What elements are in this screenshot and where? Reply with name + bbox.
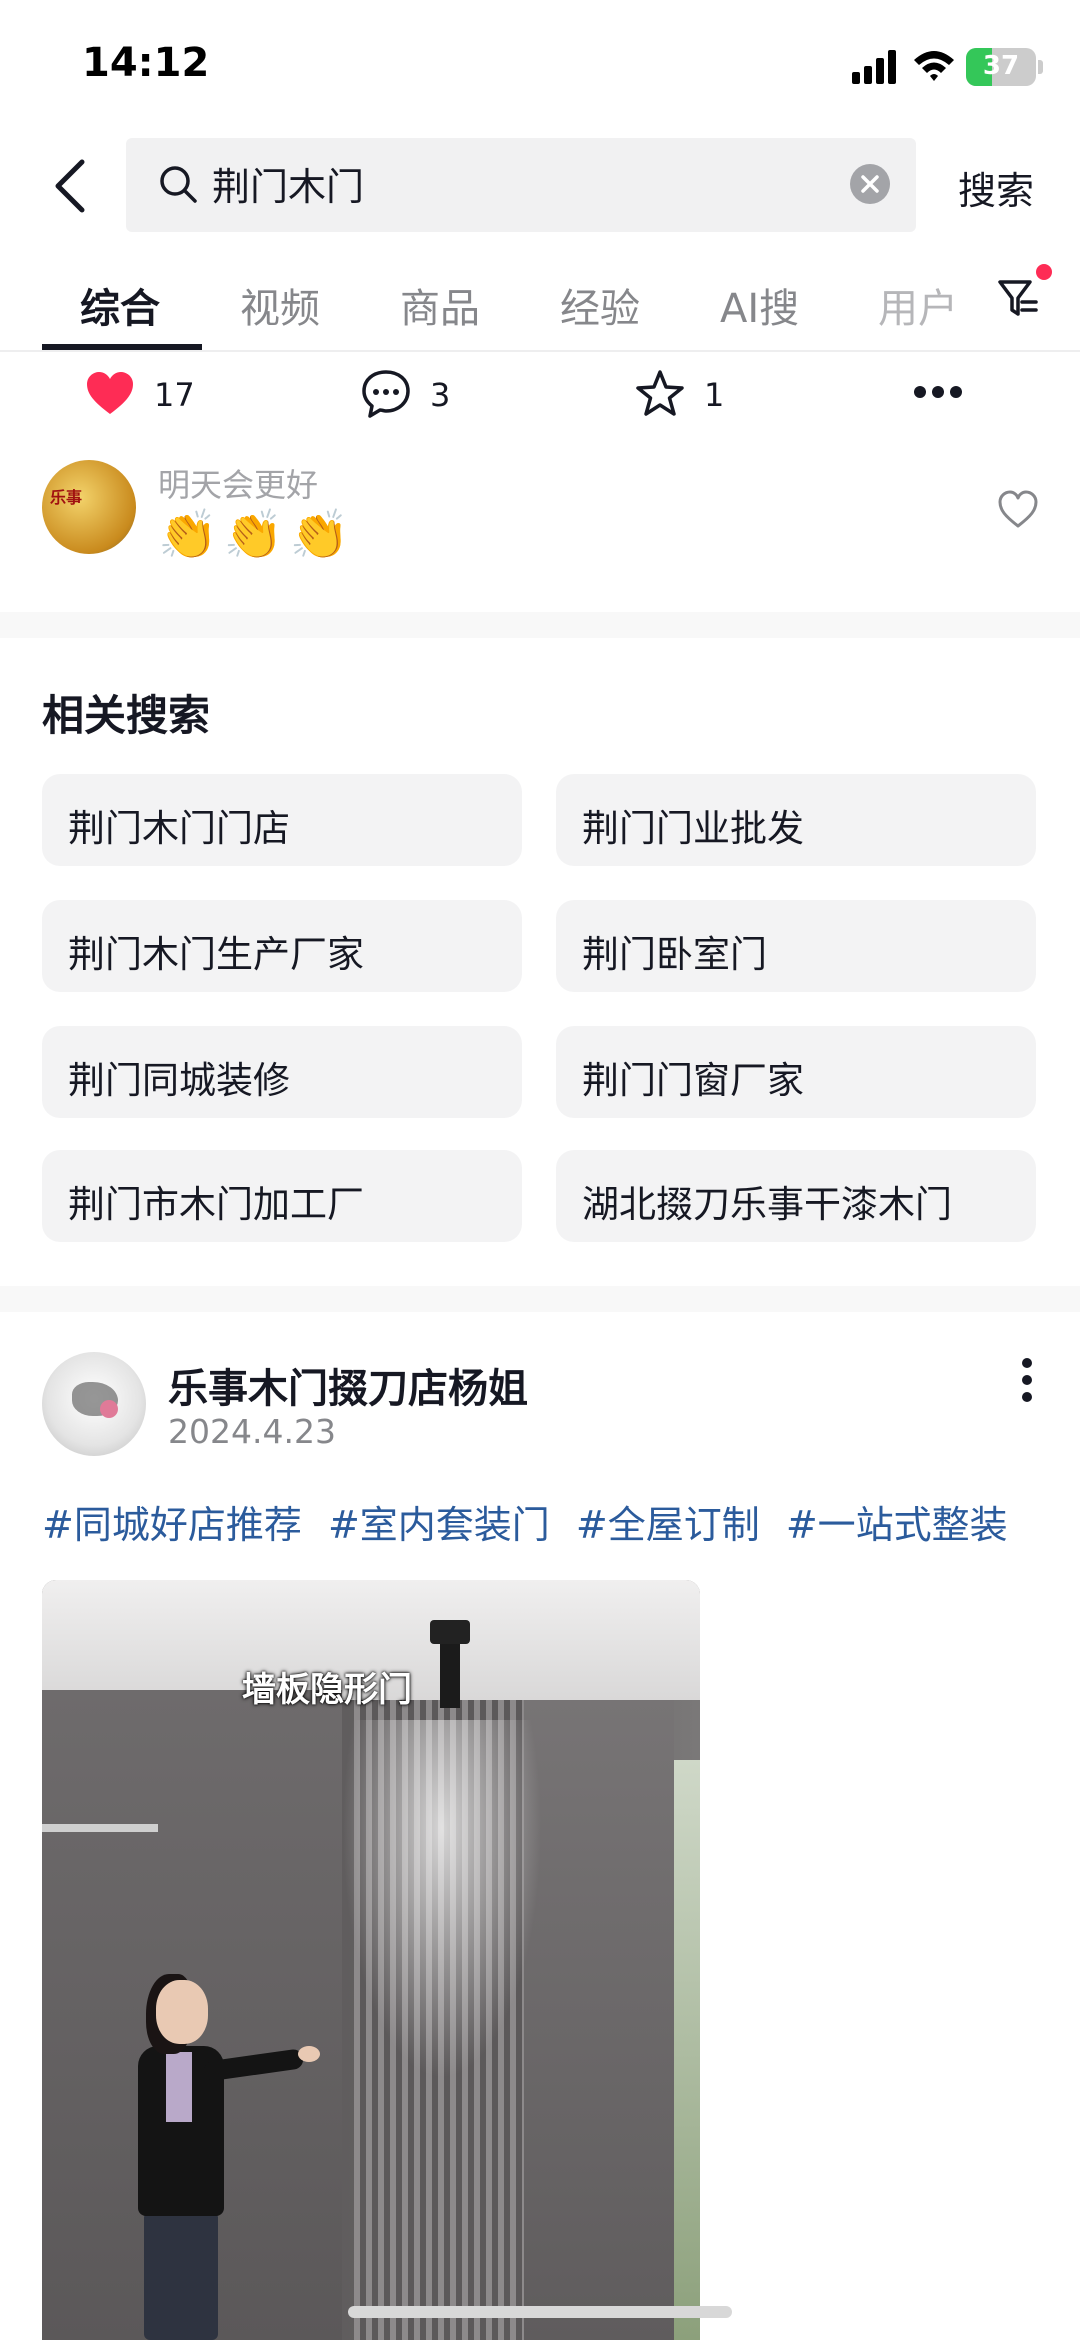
battery-icon: 37 <box>966 48 1036 86</box>
video-scene-lamp <box>430 1620 470 1644</box>
battery-tip <box>1038 60 1043 74</box>
hashtag-link[interactable]: #同城好店推荐 <box>42 1503 302 1547</box>
related-search-chip[interactable]: 荆门木门生产厂家 <box>42 900 522 992</box>
commenter-name[interactable]: 明天会更好 <box>158 460 318 506</box>
person-hand <box>298 2046 320 2062</box>
tab-video[interactable]: 视频 <box>240 276 320 334</box>
search-button[interactable]: 搜索 <box>958 160 1034 215</box>
post-action-bar: 17 3 1 <box>0 362 1080 426</box>
video-scene-shelf <box>42 1824 158 1832</box>
related-search-chip[interactable]: 荆门木门门店 <box>42 774 522 866</box>
tab-ai-search[interactable]: AI搜 <box>720 276 799 334</box>
search-tabs: 综合 视频 商品 经验 AI搜 用户 <box>0 256 1080 352</box>
search-icon <box>160 166 197 203</box>
person-shirt <box>166 2052 192 2122</box>
like-count: 17 <box>154 376 195 414</box>
related-search-label: 荆门门窗厂家 <box>582 1059 804 1102</box>
related-search-chip[interactable]: 荆门门窗厂家 <box>556 1026 1036 1118</box>
tab-products[interactable]: 商品 <box>400 276 480 334</box>
related-search-label: 荆门木门生产厂家 <box>68 933 364 976</box>
comment-item: 乐事 明天会更好 👏👏👏 <box>0 456 1080 566</box>
related-search-chip[interactable]: 荆门卧室门 <box>556 900 1036 992</box>
post-author-avatar[interactable] <box>42 1352 146 1456</box>
comment-icon <box>362 370 410 418</box>
video-scene-window <box>674 1760 700 2340</box>
tab-users[interactable]: 用户 <box>878 276 958 334</box>
active-tab-indicator <box>42 344 202 350</box>
video-scene-wall <box>524 1700 674 2340</box>
post-author-name[interactable]: 乐事木门掇刀店杨姐 <box>168 1356 528 1414</box>
related-search-label: 湖北掇刀乐事干漆木门 <box>582 1183 952 1226</box>
related-search-chip[interactable]: 荆门同城装修 <box>42 1026 522 1118</box>
status-time: 14:12 <box>82 40 210 86</box>
hashtag-link[interactable]: #一站式整装 <box>786 1503 1008 1547</box>
clear-icon[interactable] <box>850 164 890 204</box>
star-icon <box>636 370 684 416</box>
tab-experience[interactable]: 经验 <box>560 276 640 334</box>
avatar-graphic <box>100 1400 118 1418</box>
related-search-chip[interactable]: 湖北掇刀乐事干漆木门 <box>556 1150 1036 1242</box>
post-more-icon[interactable] <box>1022 1358 1034 1402</box>
section-divider <box>0 1286 1080 1312</box>
filter-icon[interactable] <box>996 276 1040 320</box>
battery-level: 37 <box>982 51 1020 81</box>
related-search-chip[interactable]: 荆门市木门加工厂 <box>42 1150 522 1242</box>
related-search-label: 荆门市木门加工厂 <box>68 1183 364 1226</box>
search-box[interactable]: 荆门木门 <box>126 138 916 232</box>
comment-count: 3 <box>430 376 451 414</box>
person-head <box>156 1980 208 2044</box>
filter-notification-dot <box>1036 264 1052 280</box>
search-header: 荆门木门 搜索 <box>0 138 1080 234</box>
post-video-thumbnail[interactable]: 墙板隐形门 <box>42 1580 700 2340</box>
commenter-avatar-text: 乐事 <box>50 488 83 507</box>
section-divider <box>0 612 1080 638</box>
hashtag-link[interactable]: #室内套装门 <box>328 1503 550 1547</box>
hashtag-link[interactable]: #全屋订制 <box>576 1503 760 1547</box>
comment-text: 👏👏👏 <box>158 507 356 563</box>
related-search-label: 荆门卧室门 <box>582 933 767 976</box>
video-caption: 墙板隐形门 <box>242 1670 412 1710</box>
tab-comprehensive[interactable]: 综合 <box>80 276 160 334</box>
more-options-icon[interactable] <box>914 386 962 400</box>
related-search-label: 荆门门业批发 <box>582 807 804 850</box>
video-scene-light <box>342 1720 542 2080</box>
favorite-count: 1 <box>704 376 725 414</box>
search-input[interactable]: 荆门木门 <box>212 156 364 211</box>
related-searches-title: 相关搜索 <box>42 691 211 740</box>
wifi-icon <box>914 51 954 81</box>
related-search-label: 荆门同城装修 <box>68 1059 290 1102</box>
commenter-avatar[interactable]: 乐事 <box>42 460 136 554</box>
home-indicator[interactable] <box>348 2306 732 2318</box>
status-bar: 14:12 37 <box>0 0 1080 130</box>
person-legs <box>144 2212 218 2340</box>
cellular-signal-icon <box>852 50 900 84</box>
post-date: 2024.4.23 <box>168 1412 336 1451</box>
comment-like-icon[interactable] <box>996 488 1040 532</box>
related-search-chip[interactable]: 荆门门业批发 <box>556 774 1036 866</box>
heart-icon <box>87 372 133 414</box>
back-arrow-icon[interactable] <box>48 156 96 216</box>
video-scene-person <box>122 1974 320 2340</box>
related-search-label: 荆门木门门店 <box>68 807 290 850</box>
post-hashtags: #同城好店推荐 #室内套装门 #全屋订制 #一站式整装 <box>42 1494 1022 1549</box>
